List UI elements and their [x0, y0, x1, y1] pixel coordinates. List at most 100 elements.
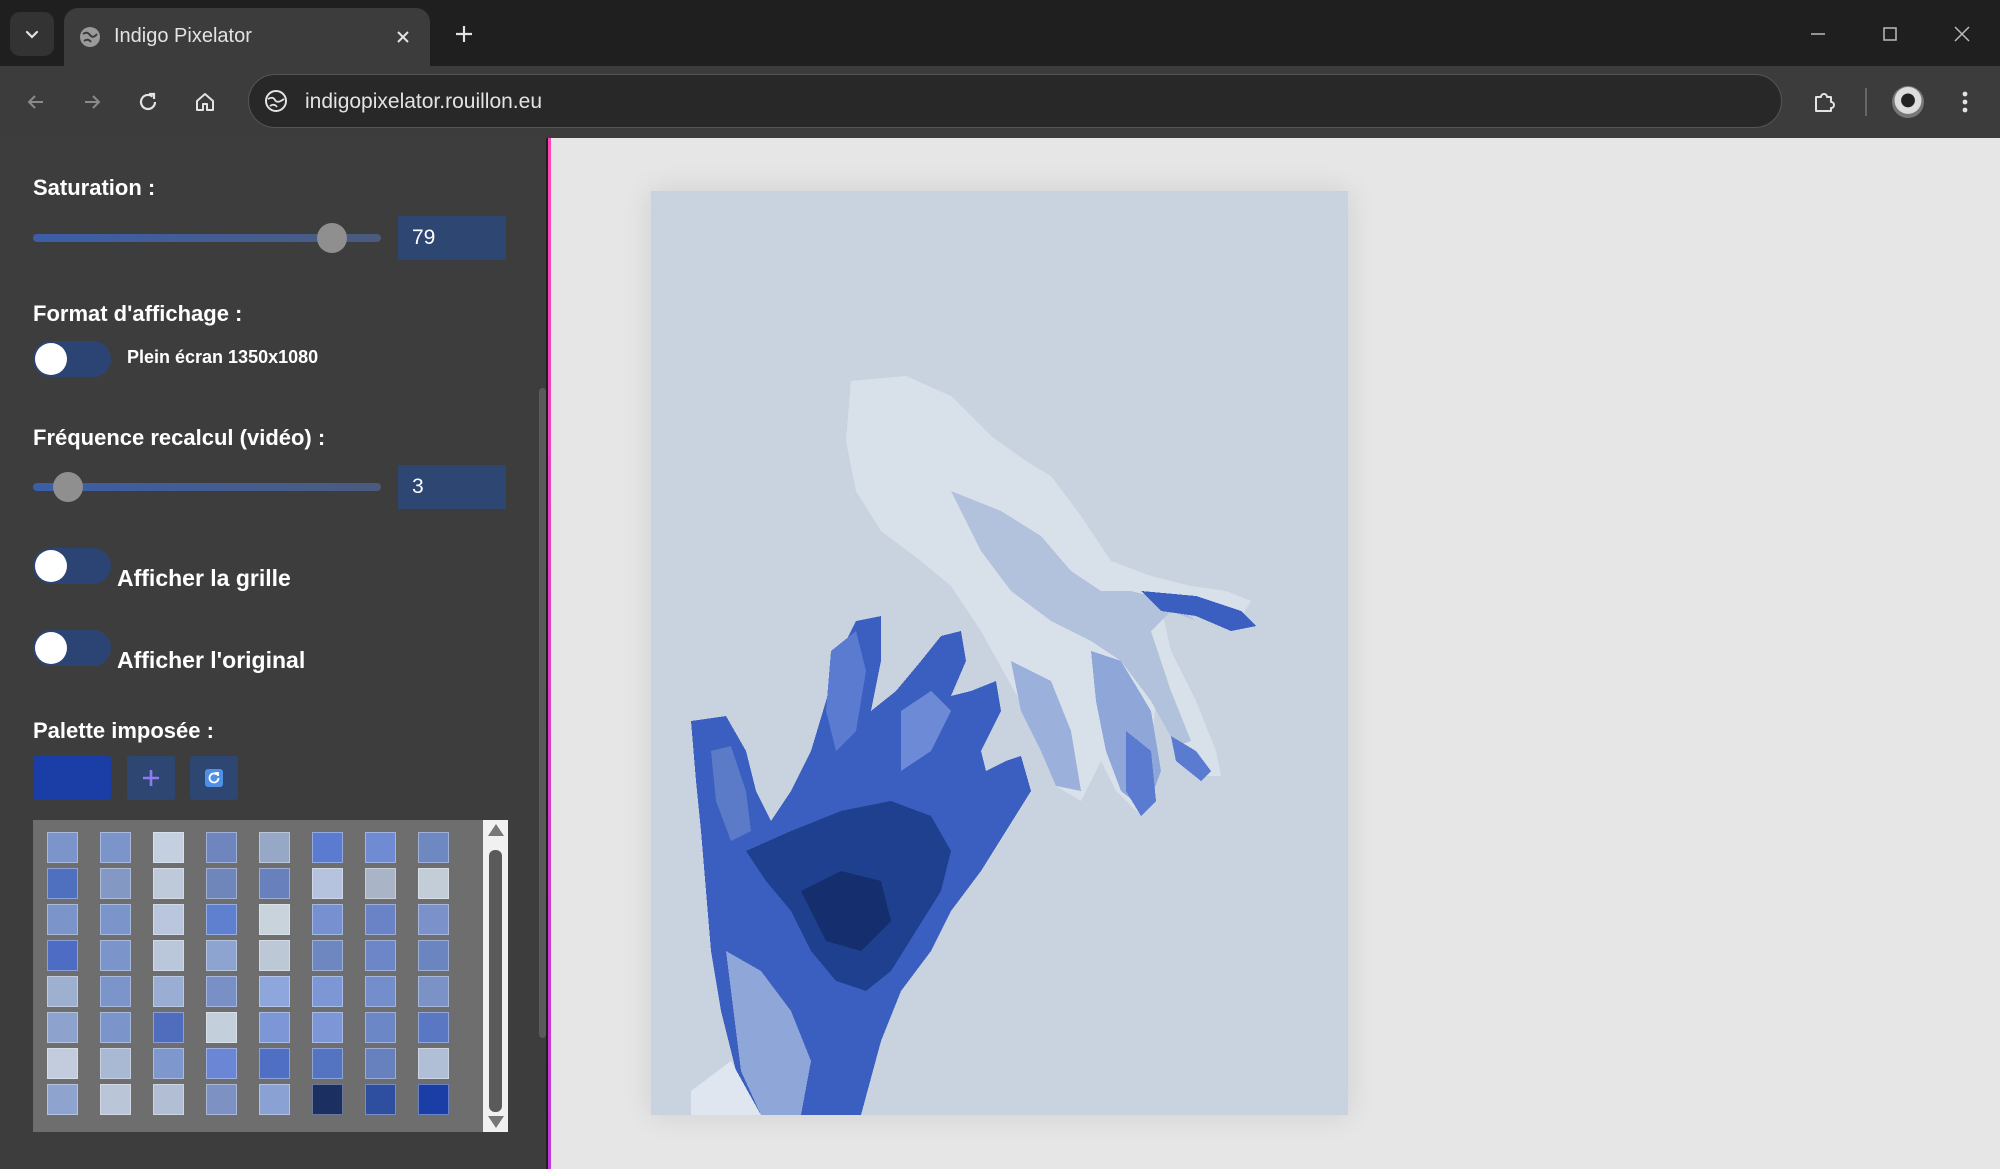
minimize-button[interactable]: [1794, 12, 1842, 56]
palette-color-cell[interactable]: [206, 1048, 237, 1079]
palette-color-cell[interactable]: [47, 940, 78, 971]
home-button[interactable]: [183, 80, 227, 124]
site-info-icon[interactable]: [263, 88, 289, 114]
palette-color-cell[interactable]: [365, 904, 396, 935]
tab-close-button[interactable]: [388, 22, 418, 52]
palette-color-cell[interactable]: [365, 1048, 396, 1079]
refresh-palette-button[interactable]: [190, 756, 238, 800]
palette-color-cell[interactable]: [418, 868, 449, 899]
palette-color-cell[interactable]: [312, 976, 343, 1007]
new-tab-button[interactable]: [446, 16, 482, 52]
palette-color-cell[interactable]: [100, 868, 131, 899]
scroll-down-arrow-icon[interactable]: [488, 1116, 504, 1128]
saturation-slider-thumb[interactable]: [317, 223, 348, 253]
address-bar[interactable]: indigopixelator.rouillon.eu: [248, 74, 1782, 128]
palette-color-cell[interactable]: [259, 976, 290, 1007]
palette-color-cell[interactable]: [47, 1012, 78, 1043]
palette-color-cell[interactable]: [418, 1084, 449, 1115]
palette-color-cell[interactable]: [312, 868, 343, 899]
palette-color-cell[interactable]: [365, 976, 396, 1007]
palette-color-cell[interactable]: [153, 976, 184, 1007]
panel-scrollbar[interactable]: [539, 388, 546, 1038]
palette-color-cell[interactable]: [153, 1048, 184, 1079]
palette-color-cell[interactable]: [153, 1012, 184, 1043]
palette-color-cell[interactable]: [206, 976, 237, 1007]
palette-color-cell[interactable]: [259, 1012, 290, 1043]
palette-color-cell[interactable]: [312, 940, 343, 971]
palette-color-cell[interactable]: [47, 1048, 78, 1079]
palette-color-cell[interactable]: [206, 832, 237, 863]
palette-color-cell[interactable]: [259, 940, 290, 971]
palette-color-cell[interactable]: [100, 1084, 131, 1115]
palette-color-cell[interactable]: [312, 832, 343, 863]
extensions-button[interactable]: [1802, 80, 1846, 124]
palette-color-cell[interactable]: [100, 976, 131, 1007]
palette-color-cell[interactable]: [259, 868, 290, 899]
palette-color-cell[interactable]: [312, 1012, 343, 1043]
frequency-input[interactable]: 3: [398, 465, 506, 509]
reload-button[interactable]: [126, 80, 170, 124]
palette-color-cell[interactable]: [47, 868, 78, 899]
palette-color-cell[interactable]: [418, 940, 449, 971]
palette-color-cell[interactable]: [418, 904, 449, 935]
palette-color-cell[interactable]: [365, 832, 396, 863]
palette-color-cell[interactable]: [418, 832, 449, 863]
palette-color-cell[interactable]: [312, 904, 343, 935]
palette-color-cell[interactable]: [259, 832, 290, 863]
maximize-button[interactable]: [1866, 12, 1914, 56]
palette-color-cell[interactable]: [153, 832, 184, 863]
palette-color-cell[interactable]: [418, 1048, 449, 1079]
palette-color-cell[interactable]: [100, 1012, 131, 1043]
palette-color-cell[interactable]: [153, 1084, 184, 1115]
palette-scrollbar[interactable]: [483, 820, 508, 1132]
format-label: Format d'affichage :: [33, 301, 243, 326]
grid-toggle[interactable]: [33, 548, 111, 584]
palette-color-cell[interactable]: [206, 868, 237, 899]
palette-color-cell[interactable]: [100, 940, 131, 971]
palette-color-cell[interactable]: [312, 1048, 343, 1079]
palette-color-cell[interactable]: [47, 1084, 78, 1115]
refresh-icon: [205, 769, 223, 787]
palette-color-cell[interactable]: [259, 904, 290, 935]
palette-color-cell[interactable]: [47, 904, 78, 935]
palette-color-cell[interactable]: [259, 1084, 290, 1115]
palette-color-cell[interactable]: [259, 1048, 290, 1079]
palette-color-cell[interactable]: [365, 1012, 396, 1043]
palette-color-cell[interactable]: [206, 904, 237, 935]
original-toggle[interactable]: [33, 630, 111, 666]
pixelated-image-canvas[interactable]: [651, 191, 1348, 1115]
palette-color-cell[interactable]: [365, 868, 396, 899]
palette-color-cell[interactable]: [47, 976, 78, 1007]
palette-color-cell[interactable]: [100, 1048, 131, 1079]
palette-color-cell[interactable]: [206, 940, 237, 971]
palette-color-cell[interactable]: [206, 1084, 237, 1115]
frequency-slider-thumb[interactable]: [52, 472, 83, 502]
palette-color-cell[interactable]: [365, 1084, 396, 1115]
tab-search-button[interactable]: [10, 12, 54, 56]
palette-color-cell[interactable]: [206, 1012, 237, 1043]
fullscreen-toggle[interactable]: [33, 341, 111, 377]
window-close-button[interactable]: [1938, 12, 1986, 56]
palette-color-cell[interactable]: [418, 1012, 449, 1043]
back-button[interactable]: [14, 80, 58, 124]
scroll-up-arrow-icon[interactable]: [488, 824, 504, 836]
palette-color-cell[interactable]: [153, 940, 184, 971]
saturation-input[interactable]: 79: [398, 216, 506, 260]
palette-color-cell[interactable]: [418, 976, 449, 1007]
palette-color-picker[interactable]: [33, 756, 111, 800]
palette-color-cell[interactable]: [153, 904, 184, 935]
palette-color-cell[interactable]: [312, 1084, 343, 1115]
frequency-slider[interactable]: [33, 483, 381, 491]
palette-color-cell[interactable]: [153, 868, 184, 899]
palette-color-cell[interactable]: [100, 832, 131, 863]
forward-button[interactable]: [70, 80, 114, 124]
palette-color-cell[interactable]: [47, 832, 78, 863]
palette-color-cell[interactable]: [365, 940, 396, 971]
add-color-button[interactable]: [127, 756, 175, 800]
browser-tab[interactable]: Indigo Pixelator: [64, 8, 430, 66]
palette-color-cell[interactable]: [100, 904, 131, 935]
browser-menu-button[interactable]: [1943, 80, 1987, 124]
palette-scroll-thumb[interactable]: [489, 850, 502, 1112]
palette-list[interactable]: [33, 820, 508, 1132]
profile-avatar[interactable]: [1892, 86, 1924, 118]
